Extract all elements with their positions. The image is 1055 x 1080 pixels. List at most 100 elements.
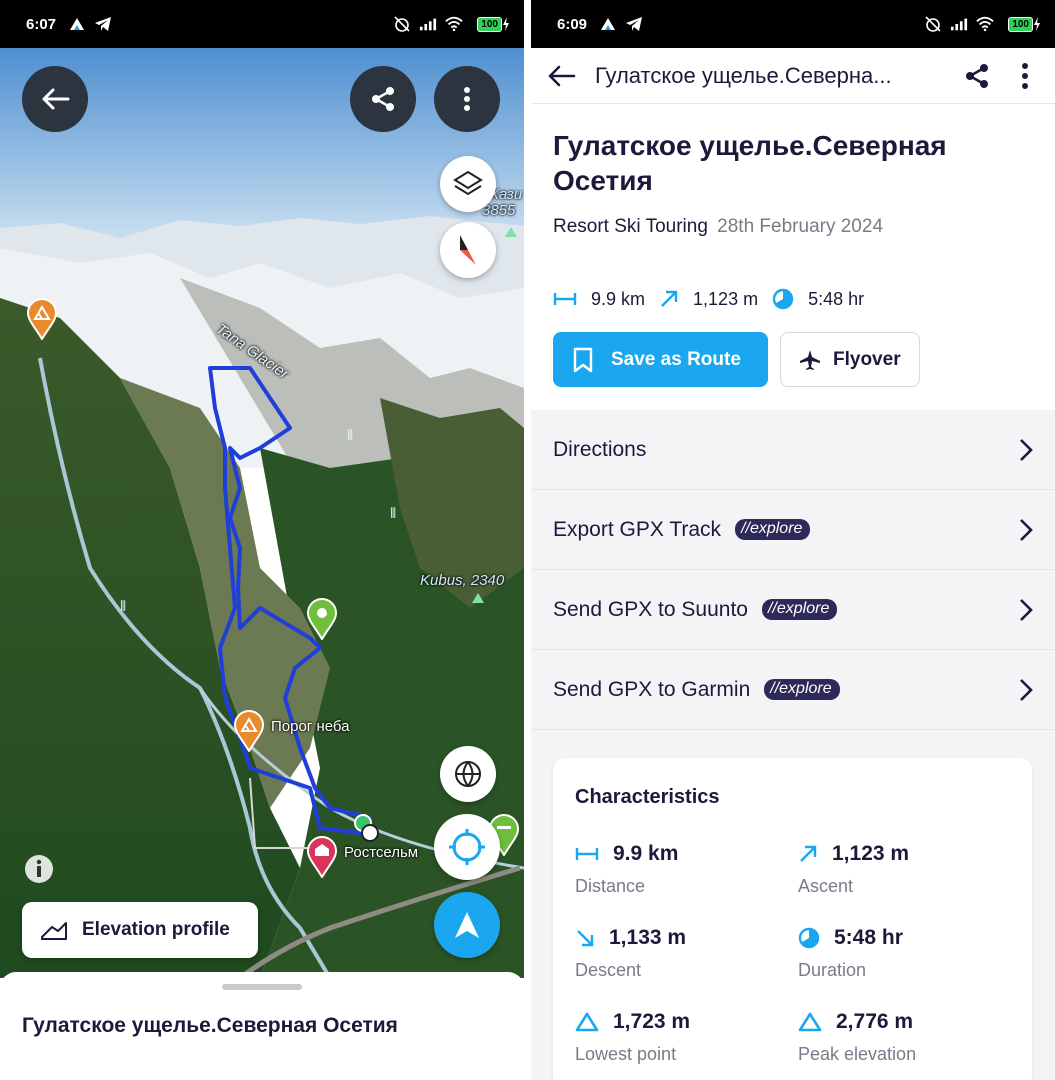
route-title: Гулатское ущелье.Северная Осетия bbox=[553, 130, 947, 196]
campsite-pin-icon[interactable] bbox=[233, 710, 265, 757]
peak-elevation-icon bbox=[798, 1012, 822, 1032]
airplane-icon bbox=[800, 349, 820, 370]
explore-badge: //explore bbox=[735, 519, 811, 540]
chevron-right-icon bbox=[1020, 598, 1033, 621]
char-distance: 9.9 km Distance bbox=[575, 842, 679, 896]
sheet-route-title: Гулатское ущелье.Северная Осетия bbox=[22, 1014, 398, 1037]
ascent-icon bbox=[800, 845, 817, 862]
crosshair-icon bbox=[449, 829, 485, 865]
lowest-point-icon bbox=[575, 1012, 599, 1032]
lodging-pin-icon[interactable] bbox=[306, 836, 338, 883]
route-summary-stats: 9.9 km 1,123 m 5:48 hr bbox=[553, 288, 878, 310]
telegram-icon bbox=[625, 15, 643, 33]
svg-text:⦀: ⦀ bbox=[120, 599, 126, 615]
map-layers-button[interactable] bbox=[440, 156, 496, 212]
share-icon bbox=[966, 63, 988, 88]
descent-icon bbox=[577, 930, 594, 947]
status-time: 6:09 bbox=[557, 15, 588, 33]
explore-badge: //explore bbox=[761, 599, 838, 620]
svg-text:⦀: ⦀ bbox=[390, 506, 396, 522]
route-bottom-sheet[interactable]: Гулатское ущелье.Северная Осетия bbox=[0, 972, 524, 1080]
alarm-off-icon bbox=[924, 15, 942, 33]
route-meta: Resort Ski Touring 28th February 2024 bbox=[553, 216, 883, 238]
map-view[interactable]: ⦀ ⦀ ⦀ Tana Glacier Kubus, 2340 Кази 3855… bbox=[0, 48, 524, 978]
flyover-button[interactable]: Flyover bbox=[780, 332, 920, 387]
arrow-left-icon bbox=[548, 65, 576, 86]
share-button[interactable] bbox=[350, 66, 416, 132]
poi-label-rostselmash: Ростсельм bbox=[344, 844, 419, 861]
more-vertical-icon bbox=[1022, 62, 1028, 89]
more-options-button[interactable] bbox=[1007, 58, 1043, 94]
status-bar: 6:09 100 bbox=[531, 0, 1055, 48]
chevron-right-icon bbox=[1020, 518, 1033, 541]
screen-divider bbox=[524, 0, 531, 1080]
send-gpx-suunto-row[interactable]: Send GPX to Suunto//explore bbox=[531, 570, 1055, 650]
more-vertical-icon bbox=[464, 87, 470, 111]
export-gpx-row[interactable]: Export GPX Track//explore bbox=[531, 490, 1055, 570]
signal-icon bbox=[950, 15, 968, 33]
ascent-icon bbox=[661, 290, 678, 307]
arrow-left-icon bbox=[42, 88, 70, 110]
battery-indicator: 100 bbox=[477, 16, 510, 32]
sheet-drag-handle[interactable] bbox=[222, 984, 302, 990]
explore-badge: //explore bbox=[764, 679, 840, 700]
characteristics-heading: Characteristics bbox=[575, 786, 720, 808]
globe-icon bbox=[455, 761, 481, 787]
chevron-right-icon bbox=[1020, 678, 1033, 701]
top-app-bar: Гулатское ущелье.Северна... bbox=[531, 48, 1055, 104]
summary-distance: 9.9 km bbox=[553, 289, 645, 310]
poi-label-porog: Порог неба bbox=[271, 718, 350, 735]
chevron-right-icon bbox=[1020, 438, 1033, 461]
char-lowest-point: 1,723 m Lowest point bbox=[575, 1010, 691, 1064]
elevation-chart-icon bbox=[41, 922, 67, 940]
alarm-off-icon bbox=[393, 15, 411, 33]
charging-icon bbox=[503, 17, 509, 31]
bookmark-icon bbox=[573, 347, 593, 372]
status-time: 6:07 bbox=[26, 15, 57, 33]
more-options-button[interactable] bbox=[434, 66, 500, 132]
signal-icon bbox=[419, 15, 437, 33]
activity-type: Resort Ski Touring bbox=[553, 216, 708, 237]
map-screen: 6:07 100 ⦀ ⦀ ⦀ Tana Glacier Kubus, 2340 … bbox=[0, 0, 524, 1080]
back-button[interactable] bbox=[22, 66, 88, 132]
globe-3d-button[interactable] bbox=[440, 746, 496, 802]
route-date: 28th February 2024 bbox=[717, 216, 884, 237]
summary-ascent: 1,123 m bbox=[659, 289, 758, 310]
elevation-profile-button[interactable]: Elevation profile bbox=[22, 902, 258, 958]
locate-me-button[interactable] bbox=[434, 814, 500, 880]
peak-label-kubus: Kubus, 2340 bbox=[420, 572, 505, 589]
telegram-icon bbox=[94, 15, 112, 33]
app-notification-icon bbox=[599, 15, 617, 33]
char-duration: 5:48 hr Duration bbox=[798, 926, 903, 980]
status-bar: 6:07 100 bbox=[0, 0, 524, 48]
back-button[interactable] bbox=[543, 58, 579, 94]
compass-button[interactable] bbox=[440, 222, 496, 278]
route-header: Гулатское ущелье.Северная Осетия Resort … bbox=[531, 104, 1055, 410]
save-as-route-button[interactable]: Save as Route bbox=[553, 332, 768, 387]
viewpoint-pin-icon[interactable] bbox=[306, 598, 338, 645]
send-gpx-garmin-row[interactable]: Send GPX to Garmin//explore bbox=[531, 650, 1055, 730]
share-button[interactable] bbox=[959, 58, 995, 94]
wifi-icon bbox=[976, 15, 995, 33]
wifi-icon bbox=[445, 15, 464, 33]
navigation-arrow-icon bbox=[455, 912, 479, 938]
campsite-pin-icon[interactable] bbox=[26, 298, 58, 345]
char-ascent: 1,123 m Ascent bbox=[798, 842, 910, 896]
char-descent: 1,133 m Descent bbox=[575, 926, 687, 980]
charging-icon bbox=[1034, 17, 1040, 31]
route-actions-list: Directions Export GPX Track//explore Sen… bbox=[531, 410, 1055, 730]
battery-indicator: 100 bbox=[1008, 16, 1041, 32]
distance-icon bbox=[553, 293, 577, 305]
compass-icon bbox=[460, 235, 476, 265]
app-notification-icon bbox=[68, 15, 86, 33]
app-bar-title: Гулатское ущелье.Северна... bbox=[595, 62, 892, 88]
summary-duration: 5:48 hr bbox=[772, 288, 864, 310]
duration-icon bbox=[772, 288, 794, 310]
navigate-button[interactable] bbox=[434, 892, 500, 958]
map-info-button[interactable] bbox=[24, 854, 54, 889]
directions-row[interactable]: Directions bbox=[531, 410, 1055, 490]
svg-text:⦀: ⦀ bbox=[347, 428, 353, 444]
characteristics-card: Characteristics 9.9 km Distance 1,123 m … bbox=[553, 758, 1032, 1080]
elevation-profile-label: Elevation profile bbox=[82, 919, 230, 940]
duration-icon bbox=[798, 927, 820, 949]
